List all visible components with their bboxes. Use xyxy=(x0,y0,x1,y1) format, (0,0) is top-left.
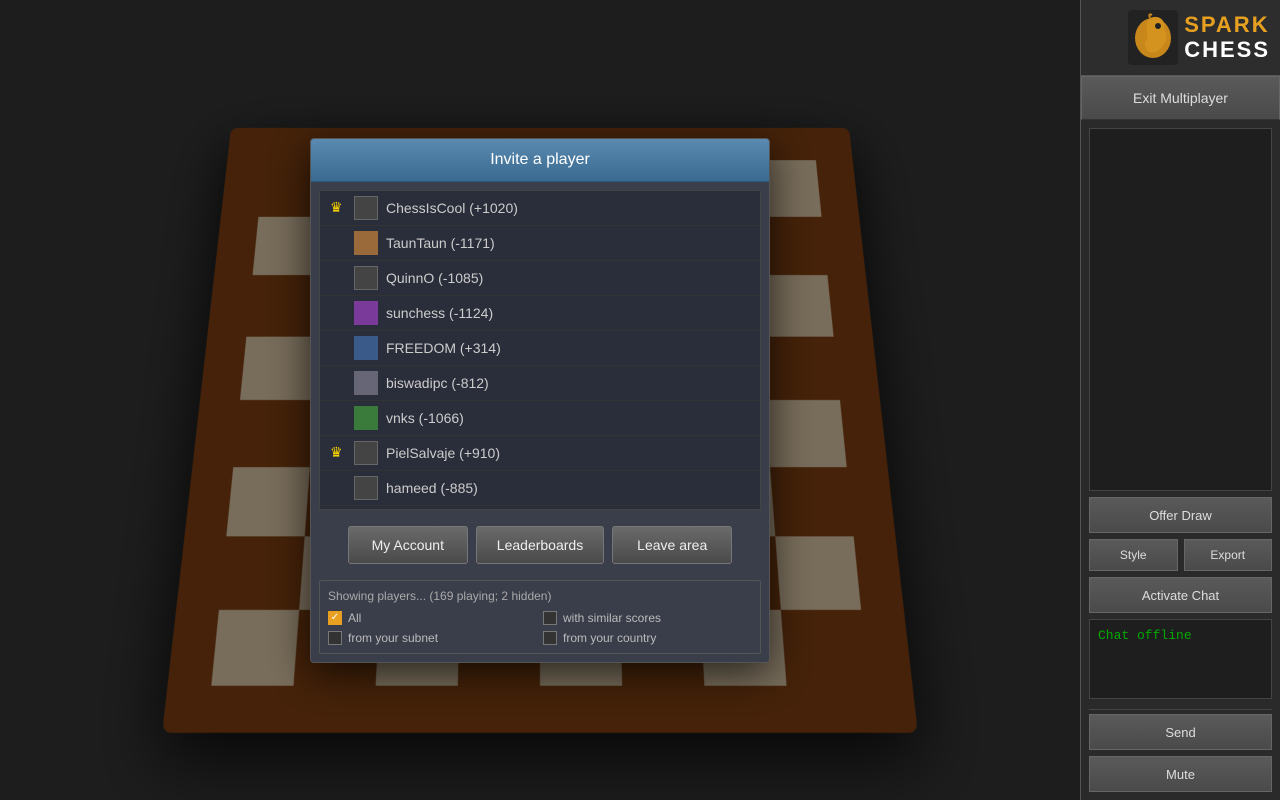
chat-messages xyxy=(1089,128,1272,491)
send-button[interactable]: Send xyxy=(1089,714,1272,750)
modal-overlay: Invite a player ♛ ChessIsCool (+1020) Ta… xyxy=(0,0,1080,800)
filter-country[interactable]: from your country xyxy=(543,631,752,645)
chat-area: Offer Draw Style Export Activate Chat Ch… xyxy=(1081,120,1280,800)
player-row[interactable]: FREEDOM (+314) xyxy=(320,331,760,366)
filter-similar-scores-label: with similar scores xyxy=(563,611,661,625)
player-name: sunchess (-1124) xyxy=(386,305,493,321)
leaderboards-button[interactable]: Leaderboards xyxy=(476,526,604,564)
avatar xyxy=(354,441,378,465)
avatar xyxy=(354,266,378,290)
export-button[interactable]: Export xyxy=(1184,539,1273,571)
crown-icon: ♛ xyxy=(330,201,346,215)
avatar xyxy=(354,301,378,325)
player-row[interactable]: ♛ ChessIsCool (+1020) xyxy=(320,191,760,226)
player-row[interactable]: biswadipc (-812) xyxy=(320,366,760,401)
avatar xyxy=(354,196,378,220)
checkbox-subnet[interactable] xyxy=(328,631,342,645)
avatar xyxy=(354,476,378,500)
player-row[interactable]: vnks (-1066) xyxy=(320,401,760,436)
filter-country-label: from your country xyxy=(563,631,656,645)
checkbox-all[interactable] xyxy=(328,611,342,625)
player-name: biswadipc (-812) xyxy=(386,375,489,391)
filter-all[interactable]: All xyxy=(328,611,537,625)
modal-actions: My Account Leaderboards Leave area xyxy=(311,518,769,572)
avatar xyxy=(354,336,378,360)
filter-subnet-label: from your subnet xyxy=(348,631,438,645)
horse-logo-icon xyxy=(1128,10,1178,65)
activate-chat-button[interactable]: Activate Chat xyxy=(1089,577,1272,613)
showing-players-label: Showing players... (169 playing; 2 hidde… xyxy=(328,589,752,603)
player-name: vnks (-1066) xyxy=(386,410,464,426)
my-account-button[interactable]: My Account xyxy=(348,526,468,564)
brand-spark: SPARK xyxy=(1184,13,1270,37)
showing-players-section: Showing players... (169 playing; 2 hidde… xyxy=(319,580,761,654)
checkbox-country[interactable] xyxy=(543,631,557,645)
main-area: Invite a player ♛ ChessIsCool (+1020) Ta… xyxy=(0,0,1080,800)
offer-draw-button[interactable]: Offer Draw xyxy=(1089,497,1272,533)
avatar xyxy=(354,406,378,430)
chat-divider xyxy=(1089,709,1272,710)
filter-all-label: All xyxy=(348,611,361,625)
brand-text: SPARK CHESS xyxy=(1184,13,1270,61)
filter-options: All with similar scores from your subnet… xyxy=(328,611,752,645)
player-name: PielSalvaje (+910) xyxy=(386,445,500,461)
player-row[interactable]: hameed (-885) xyxy=(320,471,760,506)
style-export-row: Style Export xyxy=(1089,539,1272,571)
player-name: ChessIsCool (+1020) xyxy=(386,200,518,216)
checkbox-similar-scores[interactable] xyxy=(543,611,557,625)
filter-subnet[interactable]: from your subnet xyxy=(328,631,537,645)
player-name: QuinnO (-1085) xyxy=(386,270,483,286)
avatar xyxy=(354,231,378,255)
invite-player-modal: Invite a player ♛ ChessIsCool (+1020) Ta… xyxy=(310,138,770,663)
modal-title-text: Invite a player xyxy=(490,151,590,168)
player-list[interactable]: ♛ ChessIsCool (+1020) TaunTaun (-1171) Q… xyxy=(319,190,761,510)
player-row[interactable]: sunchess (-1124) xyxy=(320,296,760,331)
filter-similar-scores[interactable]: with similar scores xyxy=(543,611,752,625)
chat-offline-area: Chat offline xyxy=(1089,619,1272,699)
leave-area-button[interactable]: Leave area xyxy=(612,526,732,564)
player-row[interactable]: TaunTaun (-1171) xyxy=(320,226,760,261)
chat-offline-text: Chat offline xyxy=(1098,628,1192,643)
brand-logo: SPARK CHESS xyxy=(1128,10,1270,65)
mute-button[interactable]: Mute xyxy=(1089,756,1272,792)
player-name: FREEDOM (+314) xyxy=(386,340,501,356)
right-sidebar: SPARK CHESS Exit Multiplayer Offer Draw … xyxy=(1080,0,1280,800)
player-row[interactable]: QuinnO (-1085) xyxy=(320,261,760,296)
player-row[interactable]: ♛ PielSalvaje (+910) xyxy=(320,436,760,471)
avatar xyxy=(354,371,378,395)
crown-icon: ♛ xyxy=(330,446,346,460)
player-name: hameed (-885) xyxy=(386,480,478,496)
exit-multiplayer-button[interactable]: Exit Multiplayer xyxy=(1081,76,1280,120)
brand-chess: CHESS xyxy=(1184,38,1270,62)
modal-title: Invite a player xyxy=(311,139,769,182)
player-row[interactable]: chessbuff (-1104) xyxy=(320,506,760,510)
player-name: TaunTaun (-1171) xyxy=(386,235,495,251)
brand-header: SPARK CHESS xyxy=(1081,0,1280,76)
style-button[interactable]: Style xyxy=(1089,539,1178,571)
